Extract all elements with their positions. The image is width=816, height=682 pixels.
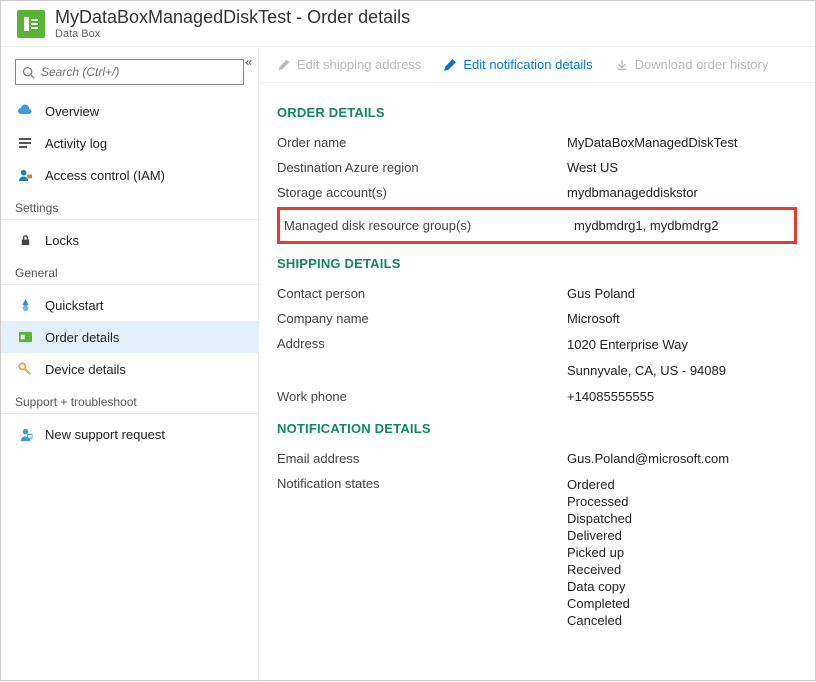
sidebar-item-label: Overview xyxy=(45,104,99,119)
toolbar-label: Edit shipping address xyxy=(297,57,421,72)
databox-icon xyxy=(17,10,45,38)
sidebar-item-label: Locks xyxy=(45,233,79,248)
sidebar-group-settings: Settings xyxy=(1,191,258,220)
support-icon xyxy=(17,426,33,442)
page-header: MyDataBoxManagedDiskTest - Order details… xyxy=(1,1,815,47)
page-title: MyDataBoxManagedDiskTest - Order details xyxy=(55,7,410,28)
sidebar-item-locks[interactable]: Locks xyxy=(1,224,258,256)
shipping-phone-value: +14085555555 xyxy=(567,389,654,404)
order-rg-label: Managed disk resource group(s) xyxy=(284,218,574,233)
notif-email-value: Gus.Poland@microsoft.com xyxy=(567,451,729,466)
shipping-address-value: 1020 Enterprise Way Sunnyvale, CA, US - … xyxy=(567,336,726,379)
notif-states-list: Ordered Processed Dispatched Delivered P… xyxy=(567,476,632,629)
lock-icon xyxy=(17,232,33,248)
order-region-value: West US xyxy=(567,160,618,175)
shipping-company-label: Company name xyxy=(277,311,567,326)
search-field[interactable] xyxy=(41,65,237,79)
collapse-sidebar-icon[interactable]: « xyxy=(245,55,252,69)
sidebar-item-label: Order details xyxy=(45,330,119,345)
notif-states-label: Notification states xyxy=(277,476,567,629)
order-storage-value: mydbmanageddiskstor xyxy=(567,185,698,200)
sidebar-item-orderdetails[interactable]: Order details xyxy=(1,321,258,353)
order-storage-label: Storage account(s) xyxy=(277,185,567,200)
sidebar-group-general: General xyxy=(1,256,258,285)
order-rg-value: mydbmdrg1, mydbmdrg2 xyxy=(574,218,719,233)
key-icon xyxy=(17,361,33,377)
log-icon xyxy=(17,135,33,151)
sidebar-item-devicedetails[interactable]: Device details xyxy=(1,353,258,385)
main-content: Edit shipping address Edit notification … xyxy=(259,47,815,682)
sidebar-item-iam[interactable]: Access control (IAM) xyxy=(1,159,258,191)
shipping-contact-value: Gus Poland xyxy=(567,286,635,301)
toolbar-label: Edit notification details xyxy=(463,57,592,72)
toolbar: Edit shipping address Edit notification … xyxy=(259,47,815,83)
shipping-address-label: Address xyxy=(277,336,567,379)
shipping-contact-label: Contact person xyxy=(277,286,567,301)
sidebar-item-label: New support request xyxy=(45,427,165,442)
sidebar-item-label: Access control (IAM) xyxy=(45,168,165,183)
edit-notification-button[interactable]: Edit notification details xyxy=(443,57,592,72)
edit-shipping-button[interactable]: Edit shipping address xyxy=(277,57,421,72)
person-icon xyxy=(17,167,33,183)
sidebar-item-newsupport[interactable]: New support request xyxy=(1,418,258,450)
sidebar-item-label: Quickstart xyxy=(45,298,104,313)
notif-email-label: Email address xyxy=(277,451,567,466)
sidebar-item-quickstart[interactable]: Quickstart xyxy=(1,289,258,321)
section-notification-details: NOTIFICATION DETAILS xyxy=(277,409,797,446)
shipping-phone-label: Work phone xyxy=(277,389,567,404)
section-shipping-details: SHIPPING DETAILS xyxy=(277,244,797,281)
highlighted-managed-disk-row: Managed disk resource group(s)mydbmdrg1,… xyxy=(277,207,797,244)
page-subtitle: Data Box xyxy=(55,28,410,40)
sidebar-item-label: Activity log xyxy=(45,136,107,151)
order-name-value: MyDataBoxManagedDiskTest xyxy=(567,135,738,150)
pencil-icon xyxy=(277,58,291,72)
sidebar: « Overview Activity log Access control (… xyxy=(1,47,259,682)
quickstart-icon xyxy=(17,297,33,313)
download-history-button[interactable]: Download order history xyxy=(615,57,769,72)
order-icon xyxy=(17,329,33,345)
section-order-details: ORDER DETAILS xyxy=(277,93,797,130)
order-name-label: Order name xyxy=(277,135,567,150)
search-icon xyxy=(22,66,35,79)
download-icon xyxy=(615,58,629,72)
sidebar-item-overview[interactable]: Overview xyxy=(1,95,258,127)
order-region-label: Destination Azure region xyxy=(277,160,567,175)
sidebar-item-label: Device details xyxy=(45,362,126,377)
search-input[interactable] xyxy=(15,59,244,85)
toolbar-label: Download order history xyxy=(635,57,769,72)
sidebar-group-support: Support + troubleshoot xyxy=(1,385,258,414)
shipping-company-value: Microsoft xyxy=(567,311,620,326)
cloud-icon xyxy=(17,103,33,119)
pencil-icon xyxy=(443,58,457,72)
sidebar-item-activitylog[interactable]: Activity log xyxy=(1,127,258,159)
